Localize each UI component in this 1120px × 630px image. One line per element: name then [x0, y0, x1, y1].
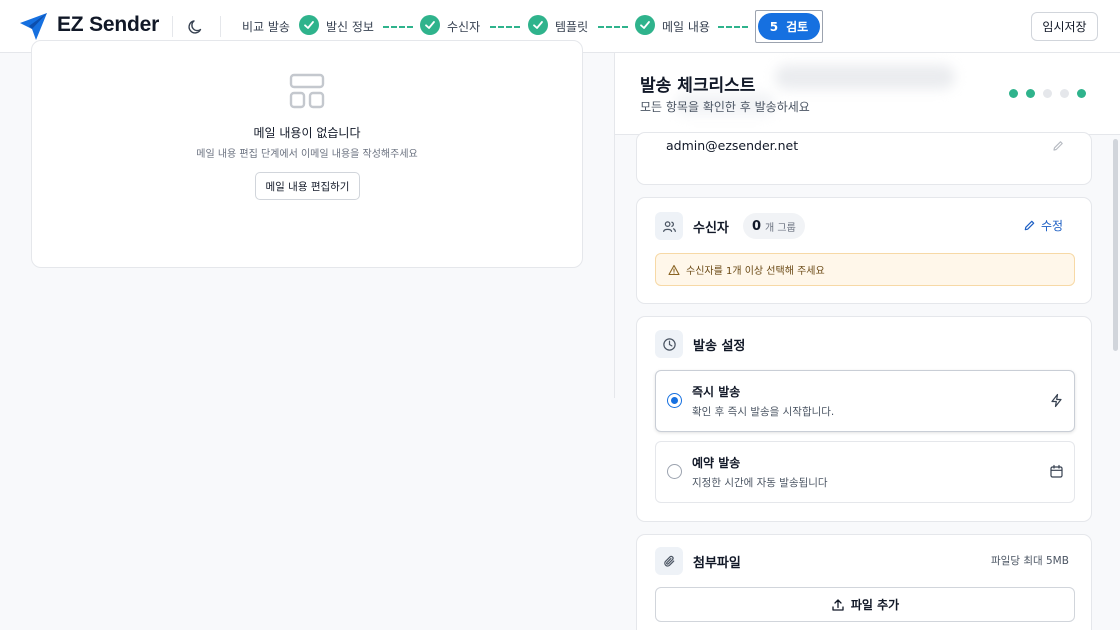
- checklist-subtitle: 모든 항목을 확인한 후 발송하세요: [640, 100, 810, 114]
- edit-label: 수정: [1041, 219, 1064, 233]
- warning-icon: [668, 264, 680, 275]
- paperclip-icon: [655, 547, 683, 575]
- recipients-title: 수신자: [693, 221, 729, 236]
- edit-recipients-button[interactable]: 수정: [1023, 217, 1063, 234]
- add-file-label: 파일 추가: [850, 598, 900, 612]
- calendar-icon: [1050, 464, 1063, 478]
- radio-scheduled-send[interactable]: [667, 464, 682, 479]
- send-settings-card: 발송 설정 즉시 발송 확인 후 즉시 발송을 시작합니다. 예약 발송 지정한…: [636, 316, 1092, 522]
- header-divider: [220, 16, 221, 37]
- option-title: 예약 발송: [692, 456, 741, 470]
- empty-content-description: 메일 내용 편집 단계에서 이메일 내용을 작성해주세요: [196, 149, 418, 160]
- step-number: 5: [769, 19, 779, 34]
- pencil-icon: [1024, 220, 1035, 231]
- step-mail-content[interactable]: 메일 내용: [662, 18, 710, 35]
- users-icon: [655, 212, 683, 240]
- clock-icon: [655, 330, 683, 358]
- step-connector: [490, 26, 520, 28]
- paper-plane-logo-icon[interactable]: [19, 12, 49, 42]
- recipient-group-count: 0 개 그룹: [743, 213, 805, 239]
- checklist-panel[interactable]: 발송 체크리스트 모든 항목을 확인한 후 발송하세요 admin@ezsend…: [615, 53, 1120, 630]
- check-icon: [635, 15, 655, 35]
- layout-icon: [289, 73, 325, 109]
- step-connector: [718, 26, 748, 28]
- step-review-focus-ring: 5 검토: [755, 10, 823, 43]
- moon-icon[interactable]: [186, 17, 206, 37]
- progress-dot: [1043, 89, 1052, 98]
- step-sender-info[interactable]: 발신 정보: [326, 18, 374, 35]
- step-connector: [383, 26, 413, 28]
- recipient-warning: 수신자를 1개 이상 선택해 주세요: [655, 253, 1075, 286]
- option-scheduled-send[interactable]: 예약 발송 지정한 시간에 자동 발송됩니다: [655, 441, 1075, 503]
- step-review-current[interactable]: 5 검토: [758, 13, 820, 40]
- option-title: 즉시 발송: [692, 385, 741, 399]
- checklist-header: 발송 체크리스트 모든 항목을 확인한 후 발송하세요: [615, 53, 1120, 135]
- step-label: 검토: [786, 20, 809, 34]
- add-file-button[interactable]: 파일 추가: [655, 587, 1075, 622]
- option-description: 확인 후 즉시 발송을 시작합니다.: [692, 406, 835, 418]
- send-settings-title: 발송 설정: [693, 339, 746, 354]
- step-connector: [598, 26, 628, 28]
- check-icon: [528, 15, 548, 35]
- group-count-unit: 개 그룹: [765, 222, 796, 234]
- pencil-icon[interactable]: [1051, 139, 1065, 153]
- sender-email: admin@ezsender.net: [666, 138, 799, 153]
- upload-icon: [832, 598, 844, 611]
- blur-overlay: [775, 65, 955, 89]
- recipients-card: 수신자 0 개 그룹 수정 수신자를 1개 이상 선택해 주세요: [636, 197, 1092, 304]
- header-divider: [172, 16, 173, 37]
- save-draft-button[interactable]: 임시저장: [1031, 12, 1098, 41]
- step-compare-send[interactable]: 비교 발송: [242, 18, 290, 35]
- edit-mail-content-button[interactable]: 메일 내용 편집하기: [255, 172, 360, 200]
- progress-dot: [1060, 89, 1069, 98]
- group-count-value: 0: [752, 218, 762, 234]
- step-recipients[interactable]: 수신자: [447, 18, 480, 35]
- progress-dots: [1009, 89, 1086, 98]
- checklist-title: 발송 체크리스트: [640, 76, 756, 96]
- option-description: 지정한 시간에 자동 발송됩니다: [692, 477, 828, 489]
- check-icon: [420, 15, 440, 35]
- progress-dot: [1009, 89, 1018, 98]
- warning-text: 수신자를 1개 이상 선택해 주세요: [686, 266, 825, 277]
- brand-name[interactable]: EZ Sender: [57, 13, 159, 37]
- step-template[interactable]: 템플릿: [555, 18, 588, 35]
- progress-dot: [1077, 89, 1086, 98]
- empty-content-title: 메일 내용이 없습니다: [253, 126, 361, 140]
- scrollbar-thumb[interactable]: [1113, 139, 1118, 351]
- radio-send-now[interactable]: [667, 393, 682, 408]
- check-icon: [299, 15, 319, 35]
- attachments-title: 첨부파일: [693, 556, 741, 571]
- sender-card: admin@ezsender.net: [636, 132, 1092, 185]
- file-size-limit: 파일당 최대 5MB: [991, 555, 1069, 567]
- option-send-now[interactable]: 즉시 발송 확인 후 즉시 발송을 시작합니다.: [655, 370, 1075, 432]
- attachments-card: 첨부파일 파일당 최대 5MB 파일 추가: [636, 534, 1092, 630]
- progress-dot: [1026, 89, 1035, 98]
- lightning-icon: [1051, 393, 1062, 408]
